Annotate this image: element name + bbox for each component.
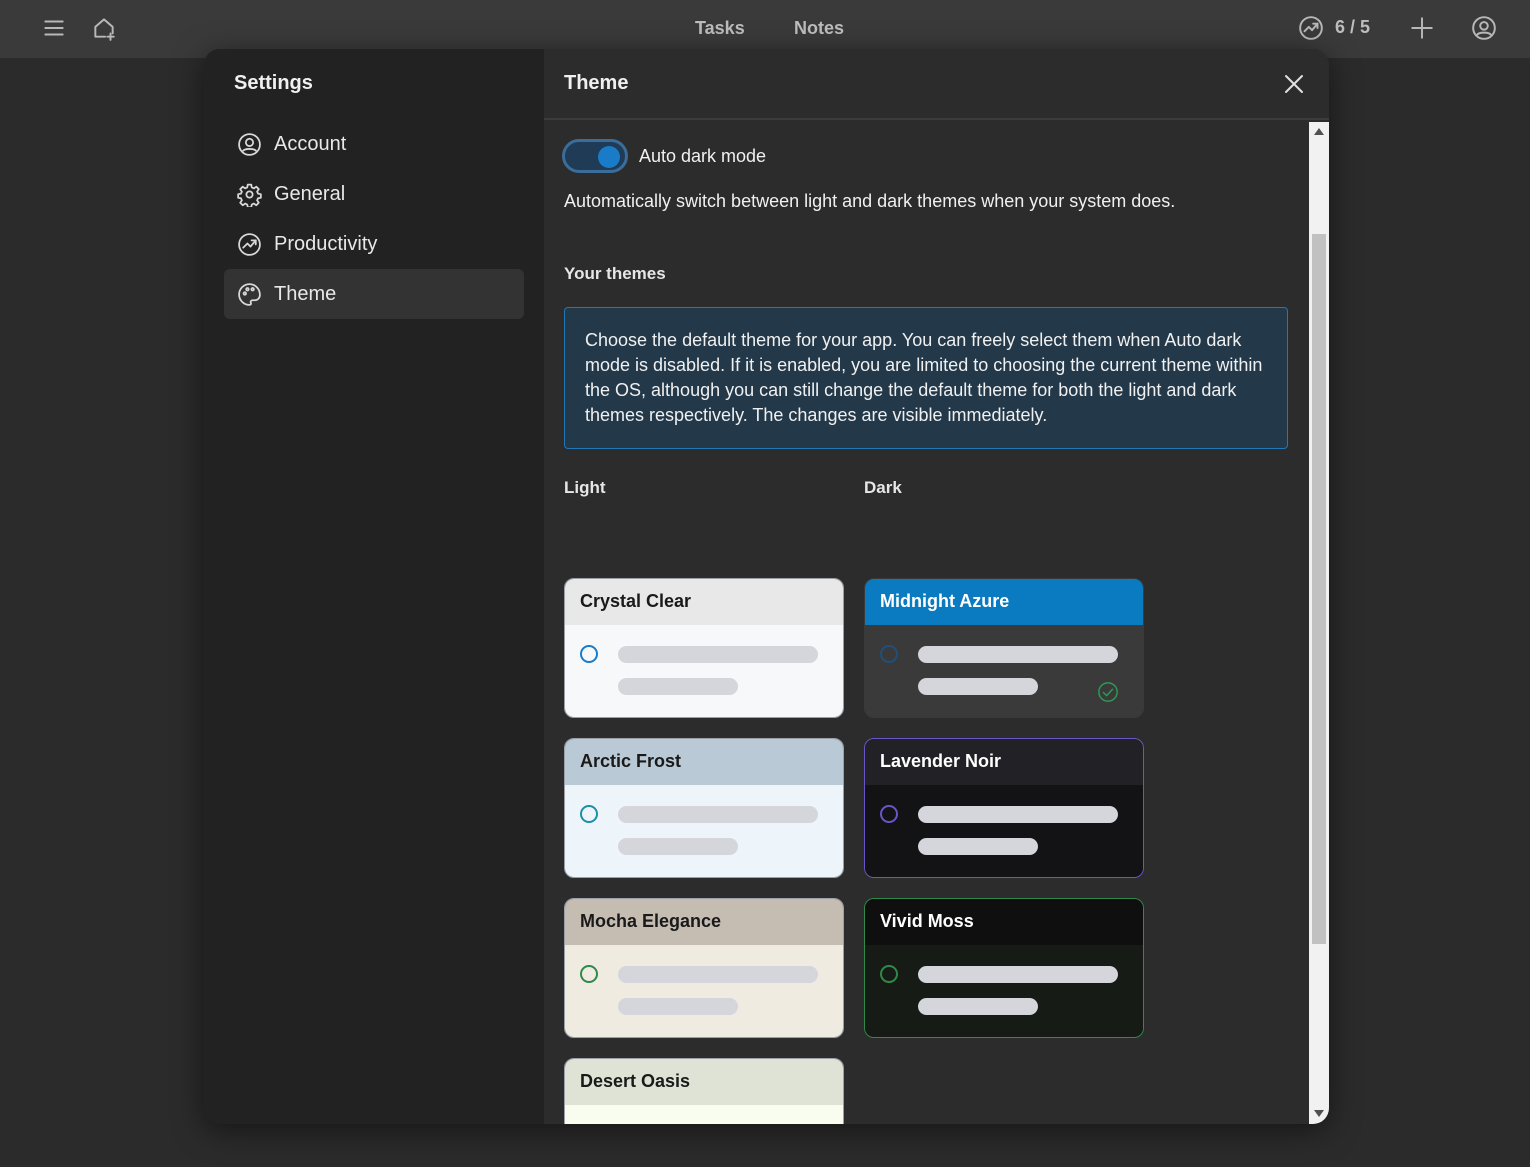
- user-icon[interactable]: [1470, 14, 1498, 42]
- scroll-down-arrow-icon[interactable]: [1314, 1110, 1324, 1117]
- productivity-icon[interactable]: [1297, 14, 1325, 42]
- settings-sidebar: Settings Account General Productivity Th…: [204, 49, 544, 1124]
- productivity-counter[interactable]: 6 / 5: [1335, 17, 1370, 38]
- theme-info-box: Choose the default theme for your app. Y…: [564, 307, 1288, 449]
- theme-panel: Theme Auto dark mode Automatically switc…: [544, 49, 1329, 1124]
- theme-name: Mocha Elegance: [565, 899, 843, 945]
- theme-card-arctic-frost[interactable]: Arctic Frost: [564, 738, 844, 878]
- preview-bar: [918, 838, 1038, 855]
- theme-preview: [865, 785, 1143, 877]
- close-button[interactable]: [1282, 72, 1306, 96]
- theme-card-lavender-noir[interactable]: Lavender Noir: [864, 738, 1144, 878]
- user-circle-icon: [236, 131, 262, 157]
- theme-radio[interactable]: [880, 645, 898, 663]
- preview-bar: [918, 678, 1038, 695]
- toggle-knob: [598, 146, 620, 168]
- tab-tasks[interactable]: Tasks: [695, 18, 745, 39]
- theme-card-vivid-moss[interactable]: Vivid Moss: [864, 898, 1144, 1038]
- sidebar-item-label: Account: [274, 132, 347, 155]
- theme-radio[interactable]: [880, 805, 898, 823]
- theme-radio[interactable]: [580, 965, 598, 983]
- sidebar-item-general[interactable]: General: [224, 169, 524, 219]
- preview-bar: [918, 966, 1118, 983]
- theme-name: Lavender Noir: [865, 739, 1143, 785]
- preview-bar: [918, 806, 1118, 823]
- gear-icon: [236, 181, 262, 207]
- theme-name: Crystal Clear: [565, 579, 843, 625]
- home-add-icon[interactable]: [90, 14, 118, 42]
- scroll-up-arrow-icon[interactable]: [1314, 128, 1324, 135]
- sidebar-item-productivity[interactable]: Productivity: [224, 219, 524, 269]
- preview-bar: [618, 966, 818, 983]
- theme-preview: [565, 625, 843, 717]
- scroll-thumb[interactable]: [1312, 234, 1326, 944]
- settings-title: Settings: [234, 72, 313, 94]
- theme-card-mocha-elegance[interactable]: Mocha Elegance: [564, 898, 844, 1038]
- theme-name: Desert Oasis: [565, 1059, 843, 1105]
- plus-icon[interactable]: [1408, 14, 1436, 42]
- panel-header: Theme: [544, 49, 1329, 120]
- auto-dark-mode-toggle[interactable]: [562, 139, 628, 173]
- theme-card-crystal-clear[interactable]: Crystal Clear: [564, 578, 844, 718]
- theme-radio[interactable]: [580, 805, 598, 823]
- theme-preview: [865, 945, 1143, 1037]
- tab-notes[interactable]: Notes: [794, 18, 844, 39]
- auto-dark-mode-description: Automatically switch between light and d…: [564, 191, 1176, 211]
- preview-bar: [618, 646, 818, 663]
- theme-preview: [565, 945, 843, 1037]
- theme-name: Vivid Moss: [865, 899, 1143, 945]
- theme-radio[interactable]: [880, 965, 898, 983]
- your-themes-title: Your themes: [564, 264, 666, 283]
- check-circle-icon: [1097, 681, 1119, 703]
- dark-column-title: Dark: [864, 478, 902, 497]
- panel-content: Auto dark mode Automatically switch betw…: [544, 122, 1309, 1124]
- theme-card-desert-oasis[interactable]: Desert Oasis: [564, 1058, 844, 1124]
- theme-card-midnight-azure[interactable]: Midnight Azure: [864, 578, 1144, 718]
- theme-name: Midnight Azure: [865, 579, 1143, 625]
- sidebar-item-theme[interactable]: Theme: [224, 269, 524, 319]
- panel-scrollbar[interactable]: [1309, 122, 1329, 1124]
- sidebar-item-label: Theme: [274, 282, 337, 305]
- close-icon: [1285, 75, 1303, 93]
- preview-bar: [618, 838, 738, 855]
- menu-icon[interactable]: [40, 14, 68, 42]
- sidebar-item-account[interactable]: Account: [224, 119, 524, 169]
- theme-preview: [565, 785, 843, 877]
- preview-bar: [918, 646, 1118, 663]
- theme-name: Arctic Frost: [565, 739, 843, 785]
- panel-title: Theme: [564, 72, 629, 94]
- auto-dark-mode-label: Auto dark mode: [639, 146, 767, 166]
- sidebar-item-label: Productivity: [274, 232, 378, 255]
- preview-bar: [618, 806, 818, 823]
- preview-bar: [618, 998, 738, 1015]
- sidebar-item-label: General: [274, 182, 346, 205]
- preview-bar: [918, 998, 1038, 1015]
- settings-modal: Settings Account General Productivity Th…: [204, 49, 1329, 1124]
- theme-preview: [565, 1105, 843, 1124]
- theme-radio[interactable]: [580, 645, 598, 663]
- theme-preview: [865, 625, 1143, 717]
- light-column-title: Light: [564, 478, 606, 497]
- preview-bar: [618, 678, 738, 695]
- trend-icon: [236, 231, 262, 257]
- palette-icon: [236, 281, 262, 307]
